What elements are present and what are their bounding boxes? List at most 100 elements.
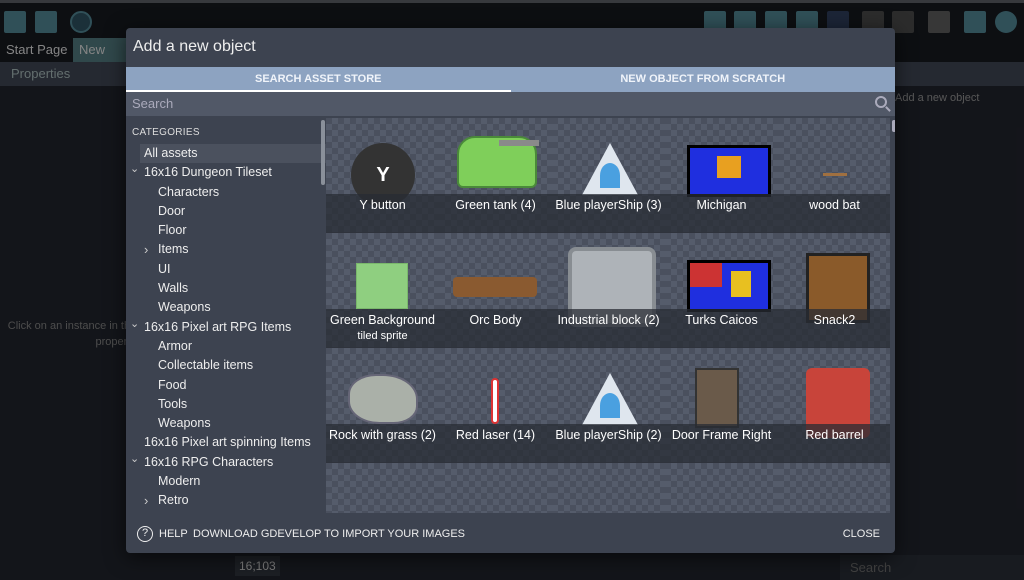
category-item[interactable]: Food [126,376,326,395]
category-item[interactable]: ⌄ 16x16 RPG Characters [126,453,326,472]
category-item[interactable]: Armor [126,337,326,356]
asset-label: Orc Body [439,309,552,347]
search-icon[interactable] [875,96,887,108]
thumbnail-shape [690,263,722,287]
category-item[interactable]: Collectable items [126,356,326,375]
chevron-right-icon[interactable]: › [144,240,148,259]
asset-tile[interactable]: Michigan [665,118,778,232]
asset-label: Michigan [665,194,778,232]
asset-label: Blue playerShip (3) [552,194,665,232]
asset-tile[interactable]: Blue playerShip (2) [552,348,665,462]
category-item[interactable]: ⌄ 16x16 Pixel art RPG Items [126,318,326,337]
asset-tile[interactable]: wood bat [778,118,890,232]
category-label: Door [158,203,186,218]
asset-name: Turks Caicos [685,313,758,327]
asset-tile[interactable] [665,463,778,513]
asset-label: Green tank (4) [439,194,552,232]
category-item[interactable]: Tools [126,395,326,414]
category-item[interactable]: Weapons [126,298,326,317]
category-label: Food [158,377,187,392]
thumbnail-shape [717,156,741,178]
category-item[interactable]: Modern [126,472,326,491]
thumbnail-shape [731,271,751,297]
chevron-down-icon[interactable]: ⌄ [130,160,139,179]
asset-label: Red laser (14) [439,424,552,462]
category-item[interactable]: Weapons [126,414,326,433]
chevron-down-icon[interactable]: ⌄ [130,450,139,469]
asset-name: Industrial block (2) [557,313,660,327]
chevron-down-icon[interactable]: ⌄ [130,315,139,334]
category-label: Walls [158,281,189,296]
category-item[interactable]: 16x16 Pixel art spinning Items [126,433,326,452]
asset-tile[interactable]: Green Background tiled sprite [326,233,439,347]
thumbnail-shape [600,393,620,418]
asset-tile[interactable]: Orc Body [439,233,552,347]
thumbnail-shape [695,368,739,428]
category-item[interactable]: › Items [126,240,326,259]
asset-tile[interactable]: Industrial block (2) [552,233,665,347]
asset-tile[interactable]: Snack2 [778,233,890,347]
asset-tile[interactable] [326,463,439,513]
asset-tile[interactable]: Door Frame Right [665,348,778,462]
thumbnail-shape [453,277,537,297]
asset-name: Snack2 [813,313,856,327]
asset-name: Y button [359,198,406,212]
asset-tile[interactable] [778,463,890,513]
category-label: UI [158,261,171,276]
category-item[interactable]: Characters [126,183,326,202]
help-icon[interactable]: ? [137,526,153,542]
asset-label: Green Background tiled sprite [326,309,439,347]
category-label: Items [158,242,189,257]
asset-tile[interactable]: Rock with grass (2) [326,348,439,462]
thumbnail-shape [491,378,499,424]
asset-label: Blue playerShip (2) [552,424,665,462]
asset-tile[interactable]: Red barrel [778,348,890,462]
thumbnail-shape [600,163,620,188]
assets-scrollbar[interactable] [892,120,895,132]
category-label: Collectable items [158,358,254,373]
asset-name: Red laser (14) [455,428,536,442]
asset-tile[interactable]: Turks Caicos [665,233,778,347]
tab-new-object-from-scratch[interactable]: NEW OBJECT FROM SCRATCH [511,67,896,92]
asset-label: Red barrel [778,424,890,462]
asset-name: Blue playerShip (2) [555,428,662,442]
close-button[interactable]: CLOSE [843,515,880,553]
category-label: Armor [158,338,193,353]
categories-scrollbar[interactable] [321,120,325,185]
thumbnail-shape [499,140,539,146]
category-item[interactable]: All assets [140,144,326,164]
asset-name: Green tank (4) [455,198,536,212]
category-item[interactable]: Walls [126,279,326,298]
category-item[interactable]: ⌄ 16x16 Dungeon Tileset [126,163,326,182]
download-gdevelop-button[interactable]: DOWNLOAD GDEVELOP TO IMPORT YOUR IMAGES [193,515,465,553]
asset-tile[interactable] [439,463,552,513]
asset-name: Rock with grass (2) [329,428,436,442]
category-item[interactable]: › Retro [126,491,326,510]
category-item[interactable]: Floor [126,221,326,240]
dialog-title: Add a new object [133,38,256,55]
asset-label: Rock with grass (2) [326,424,439,462]
category-label: Retro [158,493,189,508]
add-object-dialog: Add a new object SEARCH ASSET STORE NEW … [126,28,895,553]
asset-search-input[interactable]: Search [126,92,895,116]
assets-grid: YY button Green tank (4) Blue playerShip (… [326,118,890,513]
asset-subtitle: tiled sprite [357,330,408,342]
asset-label: wood bat [778,194,890,232]
asset-tile[interactable] [552,463,665,513]
tab-search-asset-store[interactable]: SEARCH ASSET STORE [126,67,511,92]
asset-name: Orc Body [469,313,522,327]
asset-tile[interactable]: Green tank (4) [439,118,552,232]
asset-name: Door Frame Right [671,428,772,442]
chevron-right-icon[interactable]: › [144,491,148,510]
asset-name: Red barrel [805,428,864,442]
asset-tile[interactable]: Red laser (14) [439,348,552,462]
asset-tile[interactable]: YY button [326,118,439,232]
thumbnail-shape [823,173,847,176]
asset-name: Blue playerShip (3) [555,198,662,212]
asset-tile[interactable]: Blue playerShip (3) [552,118,665,232]
category-item[interactable]: UI [126,260,326,279]
help-button[interactable]: HELP [159,515,188,553]
category-item[interactable]: Door [126,202,326,221]
asset-name: wood bat [809,198,860,212]
categories-header: CATEGORIES [132,127,200,138]
